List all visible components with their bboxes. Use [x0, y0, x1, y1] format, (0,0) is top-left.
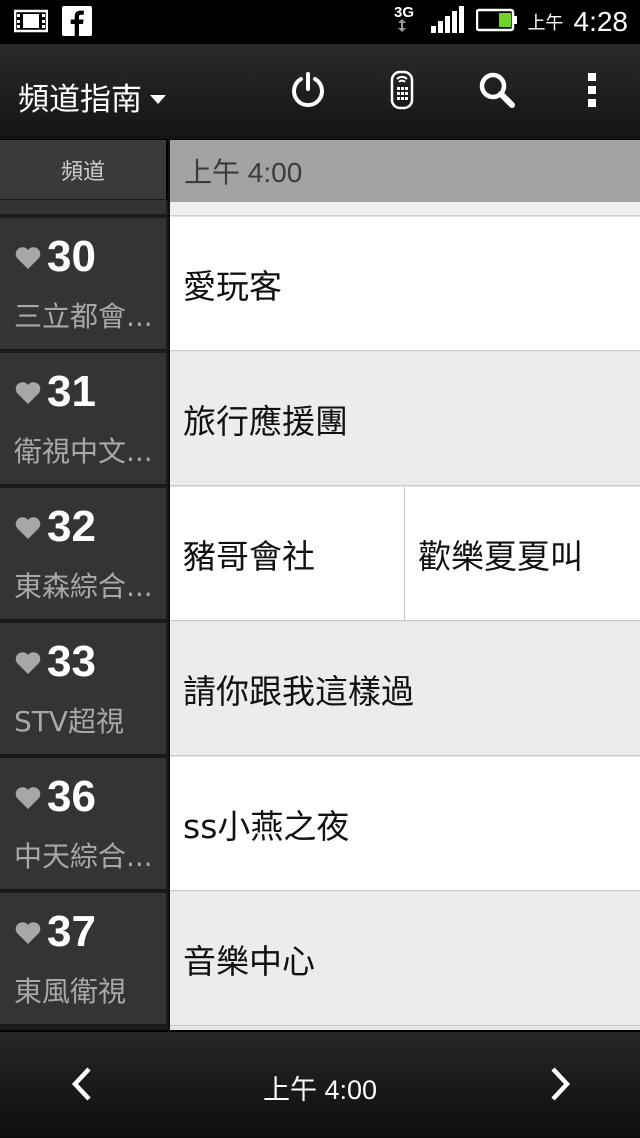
caret-down-icon: [150, 95, 166, 104]
program-cell[interactable]: 愛玩客: [170, 217, 640, 351]
program-cell[interactable]: ss小燕之夜: [170, 757, 640, 891]
film-icon: [13, 8, 49, 38]
channel-number: 30: [47, 232, 96, 281]
channel-name: STV超視: [14, 705, 125, 738]
favorite-heart-icon[interactable]: [14, 516, 42, 544]
time-column-header: 上午 4:00: [170, 140, 640, 202]
guide-title-dropdown[interactable]: 頻道指南: [18, 74, 166, 119]
status-time-period: 上午: [527, 13, 564, 34]
channel-row[interactable]: 37 東風衛視: [0, 893, 166, 1026]
remote-button[interactable]: [382, 69, 422, 115]
overflow-menu-button[interactable]: [572, 72, 612, 112]
battery-icon: [475, 8, 518, 36]
remote-control-icon: [389, 69, 415, 115]
program-cell[interactable]: 豬哥會社: [170, 487, 405, 621]
channel-number: 36: [47, 772, 96, 821]
power-button[interactable]: [288, 72, 328, 112]
chevron-right-icon: [547, 1066, 573, 1106]
guide-title: 頻道指南: [18, 82, 142, 118]
channel-number: 37: [47, 907, 96, 956]
channel-row[interactable]: 30 三立都會...: [0, 218, 166, 351]
program-cell[interactable]: 旅行應援團: [170, 352, 640, 486]
favorite-heart-icon[interactable]: [14, 381, 42, 409]
channel-number: 33: [47, 637, 96, 686]
channel-name: 中天綜合...: [14, 840, 153, 873]
channel-name: 衛視中文...: [14, 435, 153, 468]
channel-number: 31: [47, 367, 96, 416]
more-vertical-icon: [586, 71, 598, 113]
channel-name: 三立都會...: [14, 300, 153, 333]
power-icon: [289, 71, 327, 113]
channel-column-header: 頻道: [0, 140, 166, 200]
channel-name: 東森綜合...: [14, 570, 153, 603]
channel-row[interactable]: 31 衛視中文...: [0, 353, 166, 486]
favorite-heart-icon[interactable]: [14, 921, 42, 949]
channel-row[interactable]: 36 中天綜合...: [0, 758, 166, 891]
favorite-heart-icon[interactable]: [14, 651, 42, 679]
search-button[interactable]: [477, 72, 517, 112]
status-bar: 3G 上午 4:28: [0, 0, 640, 44]
network-3g-icon: 3G: [392, 2, 420, 42]
signal-icon: [430, 6, 466, 38]
program-cell[interactable]: 請你跟我這樣過: [170, 622, 640, 756]
channel-row[interactable]: 33 STV超視: [0, 623, 166, 756]
search-icon: [478, 71, 516, 113]
network-label: 3G: [394, 4, 414, 21]
favorite-heart-icon[interactable]: [14, 786, 42, 814]
status-time: 4:28: [573, 6, 629, 37]
program-grid-top-edge: [170, 202, 640, 216]
channel-name: 東風衛視: [14, 975, 127, 1008]
favorite-heart-icon[interactable]: [14, 246, 42, 274]
channel-list-top-edge: [0, 200, 166, 216]
next-time-button[interactable]: [536, 1062, 584, 1110]
program-cell[interactable]: 音樂中心: [170, 892, 640, 1026]
facebook-icon: [62, 6, 92, 40]
channel-number: 32: [47, 502, 96, 551]
action-bar: 頻道指南: [0, 44, 640, 140]
channel-row[interactable]: 32 東森綜合...: [0, 488, 166, 621]
program-cell[interactable]: 歡樂夏夏叫: [404, 487, 640, 621]
bottom-time-bar: 上午 4:00: [0, 1030, 640, 1138]
